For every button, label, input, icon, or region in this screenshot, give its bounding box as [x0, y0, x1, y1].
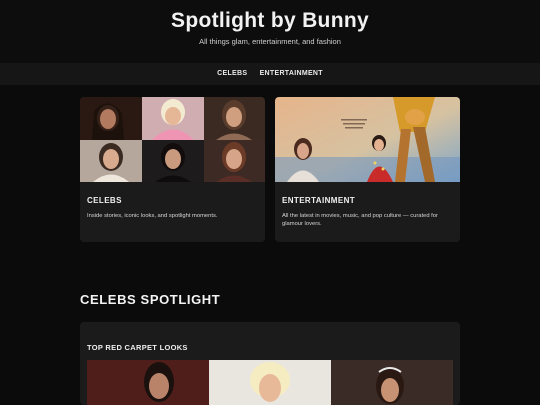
- entertainment-poster-image: [275, 97, 460, 182]
- category-card-celebs[interactable]: CELEBS Inside stories, iconic looks, and…: [80, 97, 265, 242]
- nav-item-celebs[interactable]: CELEBS: [217, 63, 247, 85]
- site-title[interactable]: Spotlight by Bunny: [0, 9, 540, 33]
- celebs-collage-image: [80, 97, 265, 182]
- site-tagline: All things glam, entertainment, and fash…: [199, 37, 341, 46]
- category-card-entertainment[interactable]: ENTERTAINMENT All the latest in movies, …: [275, 97, 460, 242]
- card-title: ENTERTAINMENT: [282, 196, 356, 205]
- nav-item-entertainment[interactable]: ENTERTAINMENT: [260, 63, 323, 85]
- card-description: Inside stories, iconic looks, and spotli…: [87, 213, 218, 219]
- site-header: Spotlight by Bunny All things glam, ente…: [0, 0, 540, 63]
- card-description: All the latest in movies, music, and pop…: [282, 213, 438, 227]
- section-heading: CELEBS SPOTLIGHT: [80, 292, 221, 307]
- spotlight-subheading: TOP RED CARPET LOOKS: [87, 343, 188, 352]
- card-title: CELEBS: [87, 196, 122, 205]
- spotlight-card[interactable]: TOP RED CARPET LOOKS: [80, 322, 460, 405]
- red-carpet-collage-image: [87, 360, 453, 405]
- main-nav: CELEBS ENTERTAINMENT: [0, 63, 540, 85]
